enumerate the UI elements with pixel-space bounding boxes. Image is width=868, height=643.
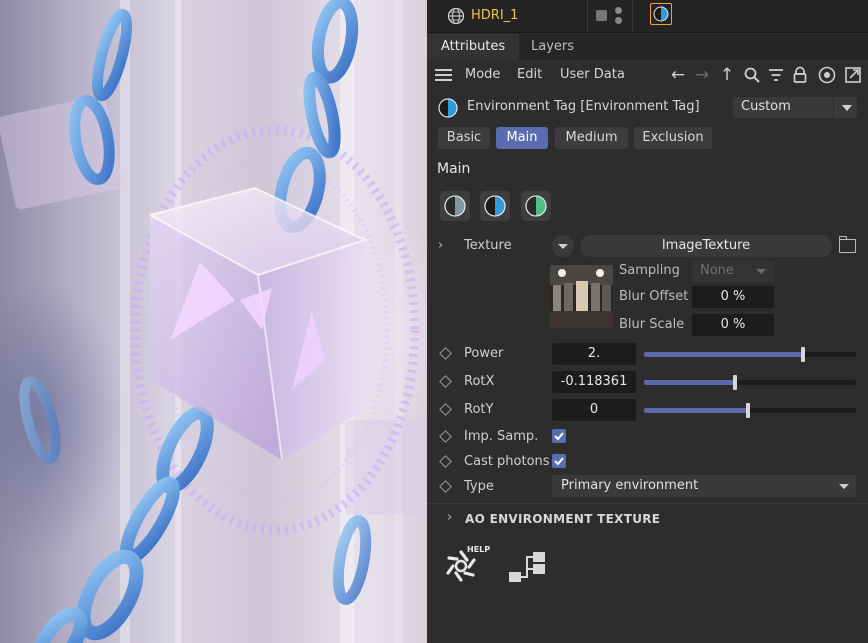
render-viewport (0, 0, 427, 643)
chevron-down-icon (839, 484, 849, 489)
tag-header: Environment Tag [Environment Tag] Custom (427, 96, 868, 120)
tab-layers[interactable]: Layers (517, 34, 588, 60)
type-label: Type (464, 479, 494, 494)
half-circle-blue-icon (484, 195, 506, 217)
layer-icon[interactable] (596, 10, 607, 21)
power-slider-handle[interactable] (801, 347, 805, 362)
environment-tag-icon[interactable] (650, 3, 672, 25)
keyframe-icon[interactable] (439, 430, 452, 443)
chevron-down-icon[interactable] (833, 97, 858, 118)
cast-photons-label: Cast photons (464, 454, 550, 469)
blur-scale-label: Blur Scale (619, 317, 685, 332)
blur-offset-label: Blur Offset (619, 289, 689, 304)
roty-slider-fill (644, 408, 748, 413)
mode-button-blue[interactable] (480, 191, 510, 221)
section-title: Main (437, 161, 471, 177)
tab-basic[interactable]: Basic (438, 127, 490, 149)
rotx-label: RotX (464, 374, 495, 389)
roty-slider-handle[interactable] (745, 403, 750, 418)
roty-row: RotY 0 (427, 399, 868, 421)
cast-photons-row: Cast photons (427, 451, 868, 473)
divider (427, 503, 868, 504)
roty-slider[interactable] (644, 403, 856, 418)
render-image (0, 0, 425, 643)
power-field[interactable]: 2. (552, 343, 636, 365)
object-name[interactable]: HDRI_1 (471, 8, 518, 23)
lock-icon[interactable] (791, 66, 809, 84)
target-icon[interactable] (818, 66, 836, 84)
ao-section-label: AO ENVIRONMENT TEXTURE (465, 512, 661, 526)
checkmark-icon (554, 457, 564, 466)
search-icon[interactable] (743, 66, 761, 84)
mode-button-grey[interactable] (440, 191, 470, 221)
blur-offset-field[interactable]: 0 % (692, 286, 774, 308)
new-window-icon[interactable] (844, 66, 862, 84)
chevron-down-icon (756, 269, 766, 274)
texture-label: Texture (464, 238, 512, 253)
imp-samp-row: Imp. Samp. (427, 426, 868, 448)
rotx-row: RotX -0.118361 (427, 371, 868, 393)
tab-main[interactable]: Main (496, 127, 548, 149)
half-circle-grey-icon (444, 195, 466, 217)
power-slider[interactable] (644, 347, 856, 362)
chevron-right-icon[interactable]: › (438, 238, 443, 253)
power-row: Power 2. (427, 343, 868, 365)
mode-button-green[interactable] (521, 191, 551, 221)
tab-attributes[interactable]: Attributes (427, 34, 520, 60)
imp-samp-label: Imp. Samp. (464, 429, 539, 444)
environment-tag-icon (438, 98, 458, 118)
sampling-label: Sampling (619, 263, 680, 278)
checkmark-icon (554, 432, 564, 441)
visibility-dots-icon[interactable] (615, 7, 622, 25)
preset-dropdown[interactable]: Custom (733, 97, 857, 118)
imp-samp-checkbox[interactable] (552, 429, 566, 443)
type-dropdown[interactable]: Primary environment (552, 475, 856, 497)
keyframe-icon[interactable] (439, 480, 452, 493)
blur-scale-field[interactable]: 0 % (692, 314, 774, 336)
tab-exclusion[interactable]: Exclusion (634, 127, 712, 149)
menu-icon[interactable] (435, 69, 452, 81)
rotx-field[interactable]: -0.118361 (552, 371, 636, 393)
attribute-toolbar: Mode Edit User Data ← → ↑ (427, 62, 868, 88)
object-row[interactable]: HDRI_1 (427, 0, 868, 33)
chevron-right-icon[interactable]: › (447, 510, 452, 525)
keyframe-icon[interactable] (439, 375, 452, 388)
arrow-right-icon[interactable]: → (693, 66, 711, 84)
type-value: Primary environment (561, 478, 699, 493)
menu-edit[interactable]: Edit (517, 67, 542, 82)
arrow-left-icon[interactable]: ← (669, 66, 687, 84)
sampling-value: None (700, 263, 734, 278)
cast-photons-checkbox[interactable] (552, 454, 566, 468)
attribute-manager: HDRI_1 Attributes Layers Mode Edit User … (427, 0, 868, 643)
keyframe-icon[interactable] (439, 347, 452, 360)
roty-label: RotY (464, 402, 494, 417)
rotx-slider-fill (644, 380, 736, 385)
texture-dropdown-button[interactable] (552, 235, 574, 257)
menu-mode[interactable]: Mode (465, 67, 500, 82)
menu-user-data[interactable]: User Data (560, 67, 625, 82)
tag-title: Environment Tag [Environment Tag] (467, 99, 700, 114)
preset-value: Custom (741, 99, 791, 114)
rotx-slider-handle[interactable] (733, 375, 738, 390)
environment-object-icon (447, 7, 465, 25)
keyframe-icon[interactable] (439, 455, 452, 468)
hdri-preview-image (550, 265, 613, 328)
arrow-up-icon[interactable]: ↑ (718, 66, 736, 84)
panel-tabs: Attributes Layers (427, 34, 868, 60)
hdri-thumbnail[interactable] (550, 265, 613, 328)
keyframe-icon[interactable] (439, 403, 452, 416)
node-editor-icon[interactable] (507, 550, 547, 586)
half-circle-green-icon (525, 195, 547, 217)
power-slider-fill (644, 352, 803, 357)
roty-field[interactable]: 0 (552, 399, 636, 421)
filter-icon[interactable] (767, 66, 785, 84)
folder-icon[interactable] (839, 236, 856, 253)
sampling-dropdown[interactable]: None (692, 261, 774, 282)
power-label: Power (464, 346, 504, 361)
texture-shader-field[interactable]: ImageTexture (580, 235, 832, 257)
tab-medium[interactable]: Medium (555, 127, 628, 149)
rotx-slider[interactable] (644, 375, 856, 390)
ao-section-header[interactable]: › AO ENVIRONMENT TEXTURE (427, 508, 868, 530)
help-label: HELP (467, 545, 491, 554)
